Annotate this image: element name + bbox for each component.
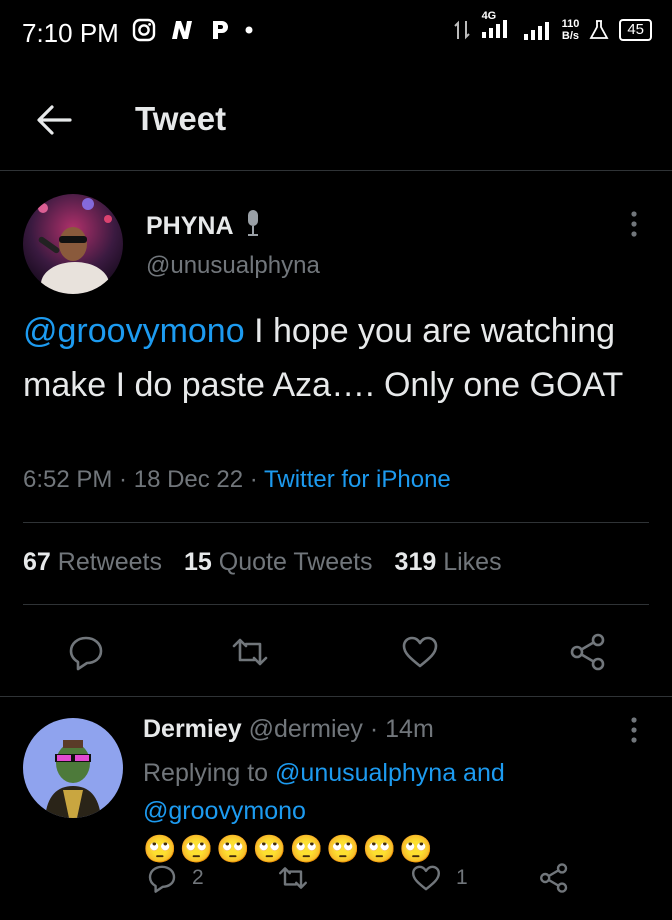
- battery-indicator: 45: [619, 18, 652, 41]
- replying-prefix: Replying to: [143, 759, 276, 787]
- retweets-label: Retweets: [57, 548, 162, 576]
- reply-retweet-button[interactable]: [276, 862, 310, 894]
- retweets-stat[interactable]: 67 Retweets: [23, 548, 162, 577]
- tweet-date: 18 Dec 22: [133, 466, 244, 493]
- reply-display-name[interactable]: Dermiey: [143, 715, 242, 743]
- tweet-text: @groovymono I hope you are watching make…: [23, 304, 643, 412]
- retweets-count: 67: [23, 548, 51, 576]
- header-divider: [0, 170, 672, 171]
- replying-to: Replying to @unusualphyna and @groovymono: [143, 754, 603, 830]
- reply-icon[interactable]: [66, 632, 106, 672]
- reply-share-button[interactable]: [538, 862, 570, 894]
- news-app-icon: [172, 21, 192, 39]
- share-icon[interactable]: [568, 632, 608, 672]
- status-bar: 7:10 PM 4G 110 B/s 45: [0, 0, 672, 70]
- retweet-icon: [279, 867, 307, 889]
- status-app-icons: [132, 18, 254, 42]
- author-name[interactable]: PHYNA: [146, 208, 264, 241]
- author-display-name[interactable]: PHYNA: [146, 212, 233, 240]
- reply-count: 2: [192, 866, 204, 889]
- data-transfer-icon: [453, 20, 470, 39]
- meta-divider: [23, 522, 649, 523]
- tweet-source-link[interactable]: Twitter for iPhone: [264, 466, 451, 493]
- author-handle[interactable]: @unusualphyna: [146, 252, 320, 280]
- actions-divider: [0, 696, 672, 697]
- likes-stat[interactable]: 319 Likes: [395, 548, 502, 577]
- tweet-time: 6:52 PM: [23, 466, 113, 493]
- reply-actions: 2 1: [0, 858, 672, 898]
- reply-handle[interactable]: @dermiey: [249, 715, 363, 743]
- replying-user-2[interactable]: @groovymono: [143, 797, 306, 825]
- replying-user-1[interactable]: @unusualphyna: [275, 759, 456, 787]
- signal-icon: [523, 21, 549, 40]
- microphone-icon: [247, 210, 258, 236]
- network-speed-value: 110: [561, 17, 580, 30]
- p-app-icon: [213, 21, 228, 39]
- status-system-icons: 4G 110 B/s 45: [453, 10, 652, 43]
- reply-like-count: 1: [456, 866, 468, 889]
- share-icon: [540, 863, 568, 893]
- mention-link[interactable]: @groovymono: [23, 312, 245, 350]
- notification-dot-icon: [245, 26, 253, 34]
- like-icon: [412, 865, 440, 891]
- more-options-icon[interactable]: [630, 210, 638, 240]
- status-time: 7:10 PM: [22, 18, 119, 48]
- quotes-label: Quote Tweets: [218, 548, 373, 576]
- quotes-count: 15: [183, 548, 212, 576]
- flask-icon: [589, 19, 609, 39]
- network-type: 4G: [481, 10, 497, 22]
- network-speed-unit: B/s: [561, 29, 579, 42]
- reply-author: Dermiey @dermiey · 14m: [143, 715, 434, 743]
- likes-count: 319: [394, 548, 437, 576]
- back-arrow-icon[interactable]: [34, 102, 74, 138]
- likes-label: Likes: [443, 548, 502, 576]
- signal-4g-icon: 4G: [480, 10, 512, 43]
- retweet-icon[interactable]: [230, 632, 270, 672]
- stats-divider: [23, 604, 649, 605]
- replying-and[interactable]: and: [456, 759, 505, 787]
- like-icon[interactable]: [400, 632, 440, 672]
- tweet-meta: 6:52 PM · 18 Dec 22 · Twitter for iPhone: [23, 466, 451, 493]
- reply-avatar[interactable]: [23, 718, 123, 818]
- page-title: Tweet: [135, 100, 227, 137]
- reply-reply-button[interactable]: 2: [146, 862, 204, 894]
- avatar[interactable]: [23, 194, 123, 294]
- reply-like-button[interactable]: 1: [410, 862, 468, 894]
- network-speed: 110 B/s: [562, 18, 580, 42]
- quote-tweets-stat[interactable]: 15 Quote Tweets: [184, 548, 373, 577]
- tweet-actions: [0, 630, 672, 674]
- tweet-stats: 67 Retweets 15 Quote Tweets 319 Likes: [23, 548, 502, 577]
- reply-age: 14m: [385, 715, 434, 743]
- reply-icon: [148, 865, 176, 893]
- reply-more-options-icon[interactable]: [630, 716, 638, 746]
- instagram-icon: [132, 18, 156, 42]
